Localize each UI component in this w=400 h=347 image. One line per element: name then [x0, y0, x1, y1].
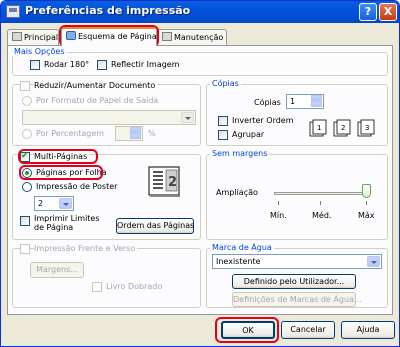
collate-checkbox[interactable]	[218, 130, 228, 140]
rotate-180-label: Rodar 180°	[44, 60, 90, 69]
slider-min-label: Mín.	[270, 211, 287, 220]
collate-label: Agrupar	[232, 130, 265, 139]
toolbox-icon	[162, 32, 172, 41]
expansion-slider-track[interactable]	[274, 192, 370, 195]
help-title-button[interactable]: ?	[359, 3, 377, 21]
spin-down-button[interactable]	[130, 133, 141, 139]
close-button[interactable]: X	[379, 3, 397, 21]
user-defined-button[interactable]: Definido pelo Utilizador...	[232, 274, 356, 289]
svg-text:1: 1	[317, 124, 321, 132]
borderless-group	[206, 154, 388, 240]
tab-manutencao[interactable]: Manutenção	[157, 29, 227, 45]
tab-esquema-de-pagina[interactable]: Esquema de Página	[61, 27, 157, 46]
by-percentage-label: Por Percentagem	[36, 129, 105, 138]
resize-document-label: Reduzir/Aumentar Documento	[34, 81, 158, 90]
by-paper-size-label: Por Formato de Papel de Saída	[36, 96, 159, 105]
duplex-label: Impressão Frente e Verso	[34, 244, 138, 253]
watermark-settings-button[interactable]: Definições de Marcas de Água...	[232, 292, 362, 307]
svg-text:3: 3	[365, 124, 369, 132]
collate-pages-icon: 1 2 3	[309, 119, 375, 137]
expansion-slider-thumb[interactable]	[362, 184, 371, 198]
chevron-down-icon	[59, 198, 72, 209]
mirror-image-label: Reflectir Imagem	[111, 60, 180, 69]
poster-print-label: Impressão de Poster	[36, 182, 118, 191]
multi-page-preview-icon: 2	[148, 166, 180, 197]
percentage-spinner[interactable]	[115, 126, 143, 141]
poster-print-radio[interactable]	[22, 182, 32, 192]
duplex-group	[12, 248, 201, 308]
slider-med-label: Méd.	[312, 211, 332, 220]
duplex-checkbox[interactable]	[20, 244, 30, 254]
rotate-180-checkbox[interactable]	[30, 60, 40, 70]
ok-highlight	[215, 317, 279, 343]
svg-text:2: 2	[341, 124, 345, 132]
by-paper-size-radio[interactable]	[22, 96, 32, 106]
layout-panel: Mais Opções Rodar 180° Reflectir Imagem …	[7, 45, 393, 315]
slider-tick-med	[320, 201, 321, 205]
help-button[interactable]: Ajuda	[341, 321, 395, 339]
page-layout-icon	[66, 31, 76, 40]
print-page-borders-label: Imprimir Limites de Página	[34, 214, 100, 232]
mirror-image-checkbox[interactable]	[97, 60, 107, 70]
pages-per-sheet-highlight	[19, 165, 103, 180]
reverse-order-checkbox[interactable]	[218, 116, 228, 126]
borderless-title: Sem margens	[210, 149, 270, 158]
resize-document-checkbox[interactable]	[20, 81, 30, 91]
copies-label: Cópias	[254, 98, 281, 107]
more-options-title: Mais Opções	[12, 47, 67, 56]
margins-button[interactable]: Margens...	[30, 262, 84, 278]
svg-text:2: 2	[168, 175, 177, 190]
expansion-label: Ampliação	[216, 188, 258, 197]
reverse-order-label: Inverter Ordem	[232, 116, 294, 125]
by-percentage-radio[interactable]	[22, 129, 32, 139]
page-order-button[interactable]: Ordem das Páginas	[116, 218, 194, 234]
spin-down-button[interactable]	[311, 101, 322, 107]
folded-booklet-label: Livro Dobrado	[106, 282, 163, 291]
watermark-select[interactable]: Inexistente	[212, 254, 382, 269]
percent-sign: %	[148, 129, 156, 138]
slider-max-label: Máx	[358, 211, 375, 220]
tab-principal[interactable]: Principal	[7, 29, 59, 45]
copies-spinner[interactable]: 1	[286, 94, 324, 109]
window-title: Preferências de impressão	[25, 4, 191, 17]
watermark-title: Marca de Água	[210, 243, 274, 252]
slider-tick-max	[366, 201, 367, 205]
slider-tick-min	[278, 201, 279, 205]
copies-title: Cópias	[210, 79, 241, 88]
chevron-down-icon	[181, 112, 194, 123]
pages-count-select[interactable]: 2	[34, 196, 74, 211]
cancel-button[interactable]: Cancelar	[281, 321, 335, 339]
chevron-down-icon	[367, 256, 380, 267]
folded-booklet-checkbox[interactable]	[92, 282, 102, 292]
dialog-window: Preferências de impressão ? X Principal …	[0, 0, 400, 347]
title-bar: Preferências de impressão ? X	[1, 1, 399, 23]
paper-size-select[interactable]	[22, 110, 196, 125]
multi-page-highlight	[18, 149, 98, 164]
printer-icon	[6, 5, 20, 18]
printer-icon	[12, 32, 22, 41]
print-page-borders-checkbox[interactable]	[20, 216, 30, 226]
